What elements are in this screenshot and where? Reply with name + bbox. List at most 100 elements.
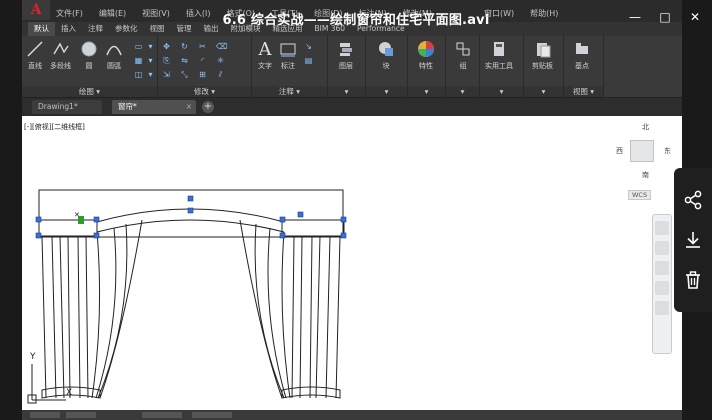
drawing-canvas[interactable]: [-][俯视][二维线框] ✕ Y X 北 西 东 南 WCS [22,116,682,410]
viewcube[interactable]: 北 西 东 南 WCS [616,122,676,202]
region-icon[interactable]: ◫ [134,70,143,79]
ribbon-group-title-draw[interactable]: 绘图 ▾ [22,86,157,97]
layer-tool-button[interactable]: 图层 [336,39,356,71]
video-title: 6.6 综合实战——绘制窗帘和住宅平面图.avi [222,13,490,28]
arc-tool-button[interactable]: 圆弧 [104,39,124,71]
annotation-group-label: 注释 [278,87,294,96]
block-tool-label: 块 [382,62,390,70]
document-tab-bar: Drawing1* 窗帘* × + [22,98,682,114]
ribbon-group-dropdown[interactable]: ▾ [366,86,407,97]
ribbon-group-dropdown[interactable]: ▾ [446,86,479,97]
basepoint-tool-button[interactable]: 基点 [572,39,592,71]
scale-icon[interactable]: ⤡ [180,70,189,79]
viewcube-north[interactable]: 北 [642,122,649,132]
arc-icon [104,39,124,59]
clipboard-tool-button[interactable]: 剪贴板 [532,39,553,71]
maximize-button[interactable]: □ [658,9,672,25]
close-button[interactable]: ✕ [688,9,702,25]
showmotion-icon[interactable] [655,301,669,315]
properties-tool-button[interactable]: 特性 [416,39,436,71]
ribbon-group-utilities: 实用工具 ▾ [480,36,524,98]
new-tab-button[interactable]: + [202,101,214,113]
leader-icon[interactable]: ↘ [304,42,313,51]
layer-tool-label: 图层 [339,62,353,70]
stretch-icon[interactable]: ⇲ [162,70,171,79]
polyline-icon [51,39,71,59]
line-tool-button[interactable]: 直线 [25,39,45,71]
utilities-tool-label: 实用工具 [485,62,513,70]
polyline-tool-button[interactable]: 多段线 [50,39,71,71]
table-icon[interactable]: ▤ [304,56,313,65]
clipboard-tool-label: 剪贴板 [532,62,553,70]
navigation-bar [652,214,672,354]
steering-wheel-icon[interactable] [655,221,669,235]
dropdown-icon[interactable]: ▾ [146,42,155,51]
ucs-y-label: Y [30,352,36,362]
dropdown-icon[interactable]: ▾ [146,70,155,79]
explode-icon[interactable]: ✳ [216,56,225,65]
basepoint-tool-label: 基点 [575,62,589,70]
ribbon-group-modify: ✥ ↻ ✂ ⌫ ⎘ ⇋ ◜ ✳ ⇲ ⤡ ⊞ ⫽ 修改 ▾ [158,36,252,98]
orbit-icon[interactable] [655,281,669,295]
ribbon-group-view: 基点 视图 ▾ [564,36,604,98]
group-tool-button[interactable]: 组 [453,39,473,71]
circle-tool-button[interactable]: 圆 [79,39,99,71]
viewcube-face[interactable] [630,140,654,162]
viewcube-east[interactable]: 东 [664,146,671,156]
close-icon[interactable]: × [186,100,192,114]
viewcube-west[interactable]: 西 [616,146,623,156]
draw-group-label: 绘图 [78,87,94,96]
zoom-icon[interactable] [655,261,669,275]
dimension-tool-button[interactable]: 标注 [278,39,298,71]
modify-group-label: 修改 [193,87,209,96]
ribbon-group-dropdown[interactable]: ▾ [480,86,523,97]
status-toggle[interactable] [192,412,232,418]
doc-tab-label: 窗帘* [118,102,137,111]
trash-icon[interactable] [683,270,703,290]
fillet-icon[interactable]: ◜ [198,56,207,65]
erase-icon[interactable]: ⌫ [216,42,227,51]
move-icon[interactable]: ✥ [162,42,171,51]
ribbon-group-title-annotation[interactable]: 注释 ▾ [252,86,327,97]
doc-tab-curtain[interactable]: 窗帘* × [112,100,196,114]
right-curtain-folds [239,219,341,399]
copy-icon[interactable]: ⎘ [162,56,171,65]
ribbon-group-title-modify[interactable]: 修改 ▾ [158,86,251,97]
status-bar [22,410,682,420]
status-toggle[interactable] [142,412,182,418]
ribbon-group-groups: 组 ▾ [446,36,480,98]
line-icon [25,39,45,59]
share-icon[interactable] [683,190,703,210]
circle-tool-label: 圆 [85,62,93,70]
ribbon-group-dropdown[interactable]: ▾ [524,86,563,97]
offset-icon[interactable]: ⫽ [216,70,225,79]
ribbon-group-annotation: A 文字 标注 ↘ ▤ 注释 ▾ [252,36,328,98]
curtain-drawing: ✕ [27,189,347,404]
rotate-icon[interactable]: ↻ [180,42,189,51]
array-icon[interactable]: ⊞ [198,70,207,79]
rectangle-icon[interactable]: ▭ [134,42,143,51]
minimize-button[interactable]: — [628,9,642,25]
ribbon-group-block: 块 ▾ [366,36,408,98]
view-group-label: 视图 [572,87,588,96]
block-tool-button[interactable]: 块 [376,39,396,71]
text-tool-button[interactable]: A 文字 [255,39,275,71]
layout-tab[interactable] [66,412,96,418]
model-tab[interactable] [30,412,60,418]
ribbon-group-title-view[interactable]: 视图 ▾ [564,86,603,97]
download-icon[interactable] [683,230,703,250]
wcs-menu[interactable]: WCS [628,190,652,200]
ribbon-group-dropdown[interactable]: ▾ [408,86,445,97]
pan-icon[interactable] [655,241,669,255]
doc-tab-drawing1[interactable]: Drawing1* [32,100,102,114]
mirror-icon[interactable]: ⇋ [180,56,189,65]
player-side-actions [674,168,712,312]
dimension-icon [278,39,298,59]
hatch-icon[interactable]: ▦ [134,56,143,65]
viewcube-south[interactable]: 南 [642,170,649,180]
ribbon-group-dropdown[interactable]: ▾ [328,86,365,97]
block-icon [376,39,396,59]
utilities-tool-button[interactable]: 实用工具 [485,39,513,71]
dropdown-icon[interactable]: ▾ [146,56,155,65]
trim-icon[interactable]: ✂ [198,42,207,51]
